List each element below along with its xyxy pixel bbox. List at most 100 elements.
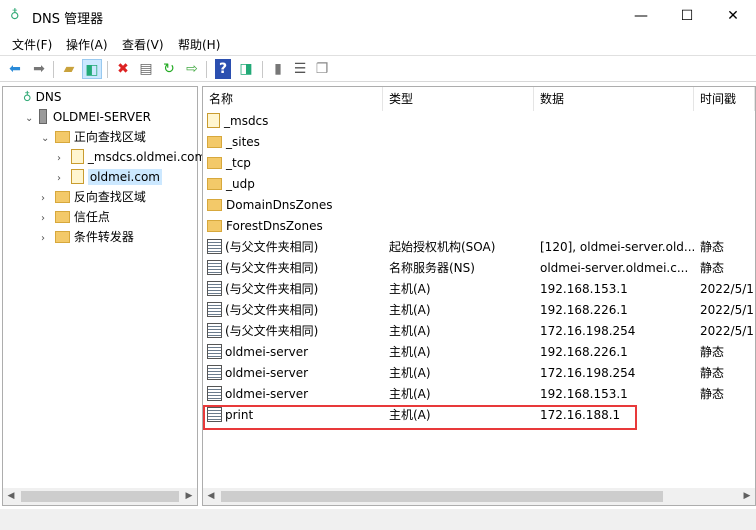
record-name: _msdcs — [224, 114, 269, 128]
scrollbar-thumb[interactable] — [21, 491, 179, 502]
column-name[interactable]: 名称 — [203, 87, 383, 111]
tree-item-label: DNS — [35, 90, 62, 104]
chevron-right-icon[interactable]: › — [41, 229, 51, 249]
delete-icon[interactable]: ✖ — [113, 59, 133, 79]
record-icon — [207, 239, 222, 254]
separator — [262, 61, 263, 78]
menu-file[interactable]: 文件(F) — [12, 36, 52, 53]
record-type: 主机(A) — [389, 345, 431, 359]
close-button[interactable]: ✕ — [710, 0, 756, 32]
tree-item[interactable]: › _msdcs.oldmei.com — [3, 147, 206, 169]
tree-item-label: _msdcs.oldmei.com — [87, 150, 207, 164]
record-name: (与父文件夹相同) — [225, 282, 319, 296]
record-type: 起始授权机构(SOA) — [389, 240, 496, 254]
scroll-left-arrow[interactable]: ◀ — [203, 488, 219, 505]
chevron-down-icon[interactable]: ⌄ — [25, 109, 35, 129]
menu-view[interactable]: 查看(V) — [122, 36, 164, 53]
chevron-right-icon[interactable]: › — [57, 169, 67, 189]
table-row[interactable]: (与父文件夹相同) 主机(A) 192.168.153.1 2022/5/1 — [203, 279, 755, 300]
record-data: 192.168.226.1 — [540, 303, 628, 317]
table-row[interactable]: ForestDnsZones — [203, 216, 755, 237]
record-timestamp: 静态 — [700, 387, 725, 401]
table-row[interactable]: _msdcs — [203, 111, 755, 132]
server-icon[interactable]: ▮ — [268, 59, 288, 79]
title-bar: ♁ DNS 管理器 — ☐ ✕ — [0, 0, 756, 32]
folder-icon — [54, 191, 70, 203]
table-row[interactable]: oldmei-server 主机(A) 172.16.198.254 静态 — [203, 363, 755, 384]
highlight-box — [203, 405, 637, 430]
tree-item[interactable]: ⌄ 正向查找区域 — [3, 127, 197, 147]
record-data: 192.168.226.1 — [540, 345, 628, 359]
record-timestamp: 静态 — [700, 240, 725, 254]
tree-item[interactable]: › 信任点 — [3, 207, 197, 227]
records-list-icon[interactable]: ☰ — [290, 59, 310, 79]
chevron-down-icon[interactable]: ⌄ — [41, 129, 51, 149]
show-hide-console-tree-icon[interactable]: ◧ — [82, 59, 102, 79]
properties-icon[interactable]: ▤ — [136, 59, 156, 79]
record-timestamp: 静态 — [700, 261, 725, 275]
tree-item[interactable]: ♁ DNS — [3, 87, 197, 107]
record-name: (与父文件夹相同) — [225, 261, 319, 275]
table-row[interactable]: (与父文件夹相同) 主机(A) 192.168.226.1 2022/5/1 — [203, 300, 755, 321]
scroll-left-arrow[interactable]: ◀ — [3, 488, 19, 505]
maximize-button[interactable]: ☐ — [664, 0, 710, 32]
tree-item[interactable]: › 反向查找区域 — [3, 187, 197, 207]
scroll-right-arrow[interactable]: ▶ — [181, 488, 197, 505]
tree-item[interactable]: › oldmei.com — [3, 167, 197, 187]
copy-icon[interactable]: ❐ — [312, 59, 332, 79]
show-action-pane-icon[interactable]: ◨ — [236, 59, 256, 79]
minimize-button[interactable]: — — [618, 0, 664, 32]
record-data: 192.168.153.1 — [540, 282, 628, 296]
server-icon — [38, 109, 47, 124]
scrollbar-thumb[interactable] — [221, 491, 663, 502]
table-row[interactable]: (与父文件夹相同) 起始授权机构(SOA) [120], oldmei-server… — [203, 237, 755, 258]
table-row[interactable]: _udp — [203, 174, 755, 195]
list-horizontal-scrollbar[interactable]: ◀ ▶ — [203, 488, 755, 505]
tree-item-label: OLDMEI-SERVER — [52, 110, 152, 124]
menu-action[interactable]: 操作(A) — [66, 36, 108, 53]
table-row[interactable]: oldmei-server 主机(A) 192.168.153.1 静态 — [203, 384, 755, 405]
record-type: 主机(A) — [389, 282, 431, 296]
table-row[interactable]: _tcp — [203, 153, 755, 174]
folder-icon — [54, 231, 70, 243]
chevron-right-icon[interactable]: › — [41, 209, 51, 229]
record-data: 172.16.198.254 — [540, 366, 636, 380]
column-data[interactable]: 数据 — [534, 87, 694, 111]
record-name: oldmei-server — [225, 345, 309, 359]
back-icon[interactable]: ⬅ — [5, 59, 25, 79]
table-row[interactable]: (与父文件夹相同) 名称服务器(NS) oldmei-server.oldmei.c… — [203, 258, 755, 279]
tree-horizontal-scrollbar[interactable]: ◀ ▶ — [3, 488, 197, 505]
tree-item[interactable]: › 条件转发器 — [3, 227, 197, 247]
console-tree: ♁ DNS ⌄ OLDMEI-SERVER ⌄ 正向查找区域 › _msdcs.oldm… — [2, 86, 206, 506]
scroll-right-arrow[interactable]: ▶ — [739, 488, 755, 505]
up-folder-icon[interactable]: ▰ — [59, 59, 79, 79]
dns-app-icon: ♁ — [10, 8, 20, 23]
record-timestamp: 2022/5/1 — [700, 303, 754, 317]
record-type: 主机(A) — [389, 387, 431, 401]
dns-icon: ♁ — [22, 90, 32, 104]
table-row[interactable]: oldmei-server 主机(A) 192.168.226.1 静态 — [203, 342, 755, 363]
forward-icon[interactable]: ➡ — [29, 59, 49, 79]
column-timestamp[interactable]: 时间戳 — [694, 87, 755, 111]
record-icon — [207, 365, 222, 380]
folder-icon — [207, 136, 222, 148]
record-name: (与父文件夹相同) — [225, 324, 319, 338]
tree-item-label: 信任点 — [73, 210, 110, 224]
zone-icon — [70, 169, 84, 184]
chevron-right-icon[interactable]: › — [57, 149, 67, 169]
help-icon[interactable]: ? — [215, 59, 231, 79]
folder-icon — [207, 178, 222, 190]
table-row[interactable]: _sites — [203, 132, 755, 153]
tree-item[interactable]: ⌄ OLDMEI-SERVER — [3, 107, 197, 127]
tree-item-label: 反向查找区域 — [73, 190, 146, 204]
chevron-right-icon[interactable]: › — [41, 189, 51, 209]
export-list-icon[interactable]: ⇨ — [182, 59, 202, 79]
table-row[interactable]: DomainDnsZones — [203, 195, 755, 216]
refresh-icon[interactable]: ↻ — [159, 59, 179, 79]
menu-help[interactable]: 帮助(H) — [178, 36, 220, 53]
column-type[interactable]: 类型 — [383, 87, 534, 111]
separator — [107, 61, 108, 78]
record-type: 主机(A) — [389, 324, 431, 338]
record-name: DomainDnsZones — [226, 198, 333, 212]
table-row[interactable]: (与父文件夹相同) 主机(A) 172.16.198.254 2022/5/1 — [203, 321, 755, 342]
